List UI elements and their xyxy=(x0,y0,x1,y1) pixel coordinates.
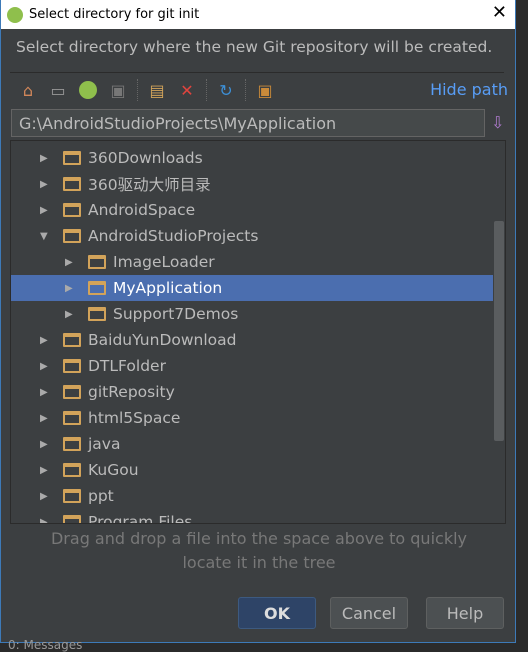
tree-item-label: html5Space xyxy=(88,409,181,427)
toolbar-separator xyxy=(206,79,207,101)
path-input[interactable] xyxy=(11,109,485,137)
chevron-right-icon[interactable]: ▶ xyxy=(65,309,75,320)
folder-icon xyxy=(63,203,81,217)
tree-item[interactable]: ▶ BaiduYunDownload xyxy=(11,327,493,353)
tree-item-label: BaiduYunDownload xyxy=(88,331,237,349)
tree-item-label: KuGou xyxy=(88,461,139,479)
close-button[interactable]: ✕ xyxy=(492,2,507,23)
tree-item-label: MyApplication xyxy=(113,279,223,297)
folder-icon xyxy=(63,333,81,347)
tree-item[interactable]: ▶ ppt xyxy=(11,483,493,509)
tree-item[interactable]: ▶ Support7Demos xyxy=(11,301,493,327)
module-icon[interactable]: ▣ xyxy=(107,79,129,101)
tree-item[interactable]: ▶ java xyxy=(11,431,493,457)
project-icon[interactable] xyxy=(77,79,99,101)
help-button[interactable]: Help xyxy=(426,597,504,629)
folder-icon xyxy=(63,463,81,477)
folder-icon xyxy=(63,385,81,399)
instruction-message: Select directory where the new Git repos… xyxy=(16,38,493,56)
directory-tree[interactable]: ▶ 360Downloads ▶ 360驱动大师目录 ▶ AndroidSpace ▼ And… xyxy=(10,140,506,524)
tree-item[interactable]: ▶ 360驱动大师目录 xyxy=(11,171,493,197)
toolbar-separator xyxy=(137,79,138,101)
tree-item[interactable]: ▶ gitReposity xyxy=(11,379,493,405)
chevron-right-icon[interactable]: ▶ xyxy=(65,283,75,294)
toolbar: ⌂ ▭ ▣ ▤ ✕ ↻ ▣ xyxy=(17,79,276,101)
tree-item[interactable]: ▶ Program Files xyxy=(11,509,493,524)
folder-icon xyxy=(88,281,106,295)
tree-item-label: ppt xyxy=(88,487,114,505)
folder-icon xyxy=(63,437,81,451)
folder-icon xyxy=(63,359,81,373)
tree-item[interactable]: ▶ 360Downloads xyxy=(11,145,493,171)
new-folder-icon[interactable]: ▤ xyxy=(146,79,168,101)
tree-item[interactable]: ▶ KuGou xyxy=(11,457,493,483)
chevron-right-icon[interactable]: ▶ xyxy=(40,465,50,476)
hide-path-link[interactable]: Hide path xyxy=(430,80,508,99)
divider xyxy=(10,72,504,73)
folder-icon xyxy=(63,411,81,425)
cancel-button[interactable]: Cancel xyxy=(330,597,408,629)
home-icon[interactable]: ⌂ xyxy=(17,79,39,101)
chevron-right-icon[interactable]: ▶ xyxy=(40,179,50,190)
chevron-right-icon[interactable]: ▶ xyxy=(40,491,50,502)
folder-icon xyxy=(63,489,81,503)
tree-item-label: AndroidStudioProjects xyxy=(88,227,259,245)
tree-item[interactable]: ▶ AndroidSpace xyxy=(11,197,493,223)
tree-item-label: Support7Demos xyxy=(113,305,239,323)
tree-item[interactable]: ▶ MyApplication xyxy=(11,275,493,301)
folder-icon xyxy=(88,307,106,321)
tree-item-label: Program Files xyxy=(88,513,193,524)
tree-item[interactable]: ▶ html5Space xyxy=(11,405,493,431)
download-icon[interactable]: ⇩ xyxy=(491,113,509,133)
chevron-right-icon[interactable]: ▶ xyxy=(40,517,50,524)
delete-icon[interactable]: ✕ xyxy=(176,79,198,101)
tree-item-label: 360驱动大师目录 xyxy=(88,176,211,194)
chevron-down-icon[interactable]: ▼ xyxy=(40,231,50,242)
tree-item-label: gitReposity xyxy=(88,383,175,401)
tree-item-label: java xyxy=(88,435,121,453)
ok-button[interactable]: OK xyxy=(238,597,316,629)
scrollbar[interactable] xyxy=(494,221,504,441)
chevron-right-icon[interactable]: ▶ xyxy=(40,439,50,450)
tree-item-label: ImageLoader xyxy=(113,253,215,271)
chevron-right-icon[interactable]: ▶ xyxy=(40,153,50,164)
chevron-right-icon[interactable]: ▶ xyxy=(40,387,50,398)
tree-item-label: AndroidSpace xyxy=(88,201,196,219)
tree-item-label: 360Downloads xyxy=(88,149,203,167)
chevron-right-icon[interactable]: ▶ xyxy=(40,413,50,424)
folder-icon xyxy=(63,151,81,165)
tree-item-label: DTLFolder xyxy=(88,357,166,375)
folder-icon xyxy=(63,177,81,191)
folder-icon xyxy=(63,515,81,523)
folder-icon xyxy=(63,229,81,243)
refresh-icon[interactable]: ↻ xyxy=(215,79,237,101)
window-title: Select directory for git init xyxy=(29,7,200,22)
chevron-right-icon[interactable]: ▶ xyxy=(40,205,50,216)
title-bar: Select directory for git init xyxy=(1,0,515,29)
drag-drop-hint: Drag and drop a file into the space abov… xyxy=(50,529,467,572)
desktop-icon[interactable]: ▭ xyxy=(47,79,69,101)
tree-item[interactable]: ▼ AndroidStudioProjects xyxy=(11,223,493,249)
chevron-right-icon[interactable]: ▶ xyxy=(65,257,75,268)
android-studio-icon xyxy=(7,6,23,23)
dialog: Select directory for git init ✕ Select d… xyxy=(0,0,516,643)
chevron-right-icon[interactable]: ▶ xyxy=(40,335,50,346)
toolbar-separator xyxy=(245,79,246,101)
chevron-right-icon[interactable]: ▶ xyxy=(40,361,50,372)
folder-icon xyxy=(88,255,106,269)
tree-item[interactable]: ▶ ImageLoader xyxy=(11,249,493,275)
tree-item[interactable]: ▶ DTLFolder xyxy=(11,353,493,379)
show-hidden-icon[interactable]: ▣ xyxy=(254,79,276,101)
background-messages-tab: 0: Messages xyxy=(8,638,83,652)
